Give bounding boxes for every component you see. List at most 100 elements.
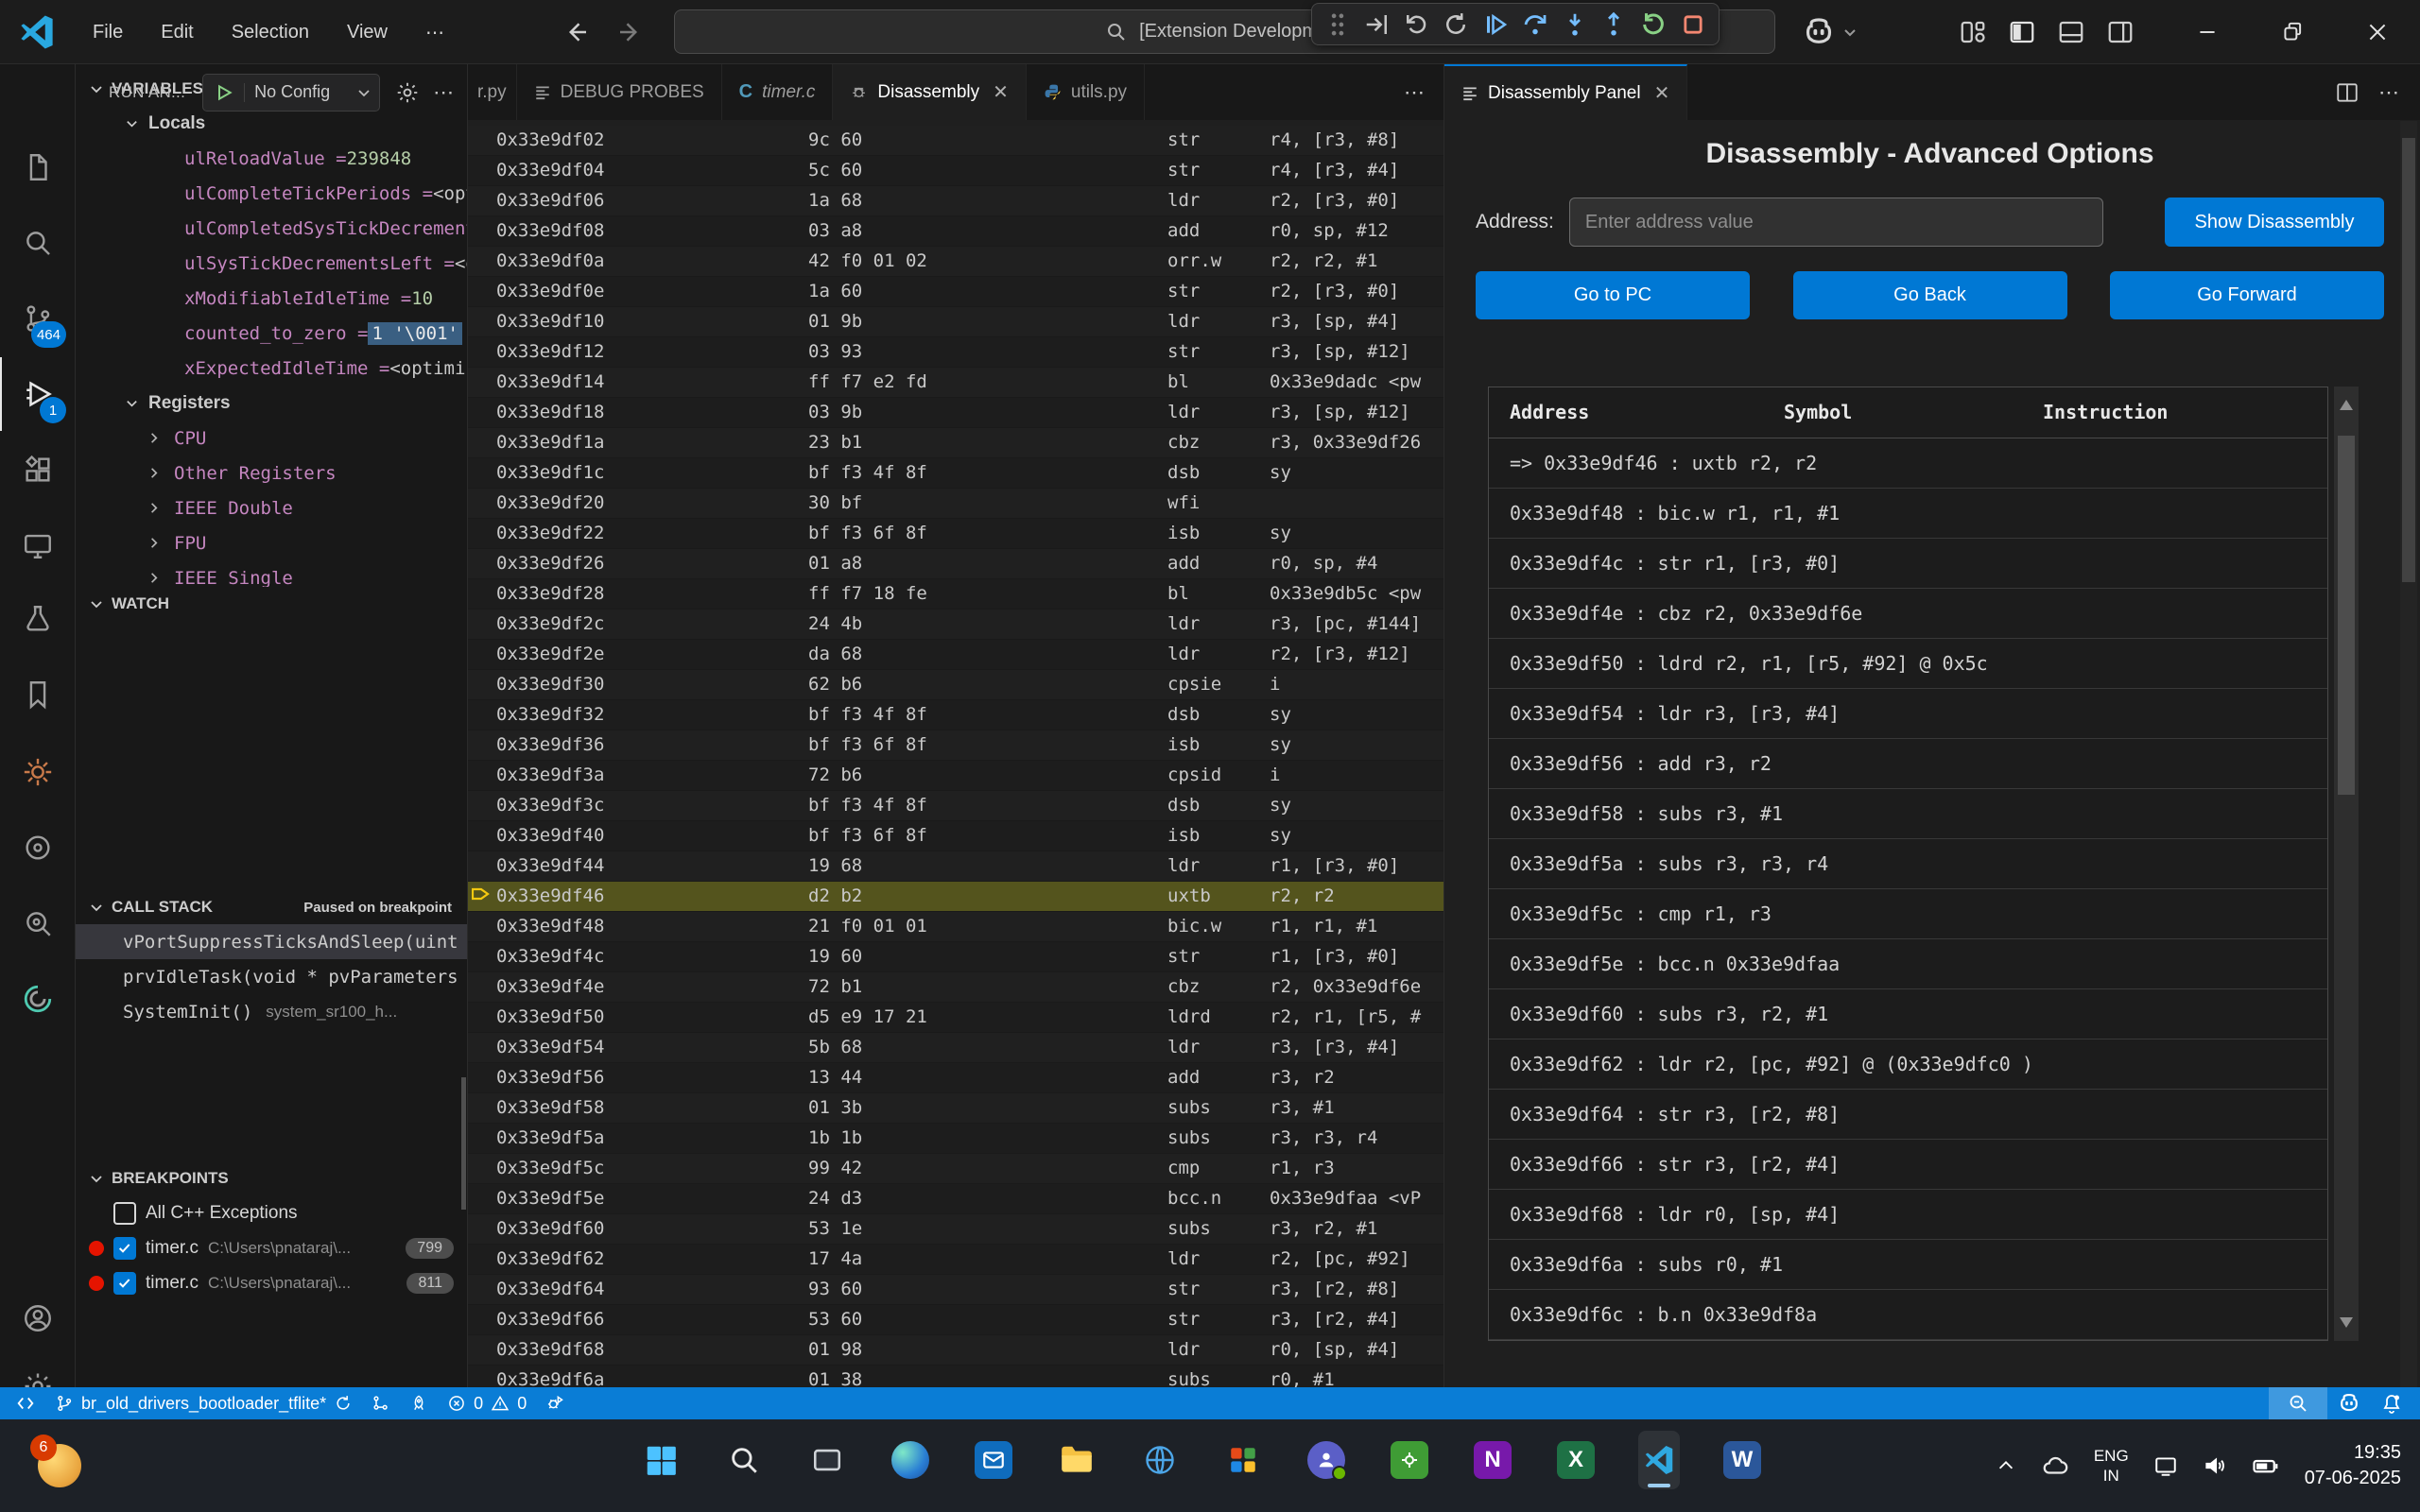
step-over-icon[interactable]	[1517, 7, 1553, 43]
outlook-icon[interactable]	[973, 1431, 1014, 1489]
variable-row[interactable]: xModifiableIdleTime = 10	[76, 281, 467, 316]
start-button[interactable]	[640, 1431, 682, 1489]
disasm-row[interactable]: 0x33e9df4821 f0 01 01bic.wr1, r1, #1	[468, 912, 1443, 942]
bookmarks-icon[interactable]	[0, 658, 76, 731]
registers-group[interactable]: Registers	[76, 386, 467, 421]
disasm-row[interactable]: 0x33e9df4c19 60strr1, [r3, #0]	[468, 942, 1443, 972]
disasm-row[interactable]: 0x33e9df545b 68ldrr3, [r3, #4]	[468, 1033, 1443, 1063]
disasm-row[interactable]: 0x33e9df3cbf f3 4f 8fdsbsy	[468, 791, 1443, 821]
tab-disassembly-panel[interactable]: Disassembly Panel ✕	[1444, 64, 1687, 120]
disasm-row[interactable]: 0x33e9df32bf f3 4f 8fdsbsy	[468, 700, 1443, 730]
extension-view-icon-4[interactable]	[0, 962, 76, 1036]
register-group-row[interactable]: FPU	[76, 525, 467, 560]
volume-icon[interactable]	[2203, 1453, 2227, 1478]
panel-table-row[interactable]: 0x33e9df60 : subs r3, r2, #1	[1489, 989, 2327, 1040]
register-group-row[interactable]: IEEE Double	[76, 490, 467, 525]
menu-edit[interactable]: Edit	[146, 14, 208, 51]
history-back-icon[interactable]	[562, 18, 591, 46]
show-disassembly-button[interactable]: Show Disassembly	[2165, 198, 2384, 247]
extension-view-icon-1[interactable]	[0, 735, 76, 809]
sidebar-scrollbar[interactable]	[461, 1077, 466, 1210]
editor-more-actions-icon[interactable]: ⋯	[2378, 80, 2399, 105]
disasm-row[interactable]: 0x33e9df045c 60strr4, [r3, #4]	[468, 156, 1443, 186]
breakpoints-section-header[interactable]: BREAKPOINTS	[76, 1161, 467, 1195]
taskbar-search-button[interactable]	[723, 1431, 765, 1489]
scroll-up-icon[interactable]	[2340, 400, 2353, 410]
debug-settings-gear-icon[interactable]	[395, 80, 420, 105]
step-into-icon[interactable]	[1557, 7, 1593, 43]
toggle-primary-sidebar-icon[interactable]	[2008, 18, 2036, 46]
panel-table-row[interactable]: 0x33e9df68 : ldr r0, [sp, #4]	[1489, 1190, 2327, 1240]
panel-table-row[interactable]: 0x33e9df58 : subs r3, #1	[1489, 789, 2327, 839]
disasm-row[interactable]: 0x33e9df2601 a8addr0, sp, #4	[468, 549, 1443, 579]
onedrive-cloud-icon[interactable]	[2041, 1452, 2069, 1480]
variable-row[interactable]: ulCompletedSysTickDecrements =	[76, 211, 467, 246]
disasm-row[interactable]: 0x33e9df3062 b6cpsiei	[468, 670, 1443, 700]
tab-disassembly[interactable]: Disassembly ✕	[833, 64, 1026, 120]
run-and-debug-icon[interactable]: 1	[0, 357, 76, 431]
breakpoint-checkbox[interactable]	[113, 1272, 136, 1295]
refresh-icon[interactable]	[1438, 7, 1474, 43]
branch-status-item[interactable]: br_old_drivers_bootloader_tflite*	[45, 1387, 362, 1419]
variable-row[interactable]: counted_to_zero = 1 '\001'	[76, 316, 467, 351]
call-stack-frame[interactable]: SystemInit()system_sr100_h...	[76, 994, 467, 1029]
register-group-row[interactable]: Other Registers	[76, 455, 467, 490]
call-stack-frame[interactable]: prvIdleTask(void * pvParameters	[76, 959, 467, 994]
disasm-row[interactable]: 0x33e9df4419 68ldrr1, [r3, #0]	[468, 851, 1443, 882]
panel-table-row[interactable]: 0x33e9df5c : cmp r1, r3	[1489, 889, 2327, 939]
panel-table-row[interactable]: 0x33e9df66 : str r3, [r2, #4]	[1489, 1140, 2327, 1190]
disasm-row[interactable]: 0x33e9df0e1a 60strr2, [r3, #0]	[468, 277, 1443, 307]
disasm-row[interactable]: 0x33e9df6217 4aldrr2, [pc, #92]	[468, 1245, 1443, 1275]
disasm-row[interactable]: 0x33e9df6493 60strr3, [r2, #8]	[468, 1275, 1443, 1305]
panel-table-row[interactable]: 0x33e9df6c : b.n 0x33e9df8a	[1489, 1290, 2327, 1340]
customize-layout-icon[interactable]	[1959, 18, 1987, 46]
panel-table-row[interactable]: 0x33e9df4c : str r1, [r3, #0]	[1489, 539, 2327, 589]
sidebar-more-actions-icon[interactable]: ⋯	[433, 80, 454, 105]
panel-table-row[interactable]: 0x33e9df50 : ldrd r2, r1, [r5, #92] @ 0x…	[1489, 639, 2327, 689]
disasm-row[interactable]: 0x33e9df3a72 b6cpsidi	[468, 761, 1443, 791]
disasm-row[interactable]: 0x33e9df6653 60strr3, [r2, #4]	[468, 1305, 1443, 1335]
copilot-chevron-icon[interactable]	[1842, 25, 1858, 40]
window-minimize-icon[interactable]	[2165, 0, 2250, 64]
debug-status-icon[interactable]	[536, 1387, 574, 1419]
disasm-row[interactable]: 0x33e9df5c99 42cmpr1, r3	[468, 1154, 1443, 1184]
call-stack-frame[interactable]: vPortSuppressTicksAndSleep(uint	[76, 924, 467, 959]
disasm-row[interactable]: 0x33e9df50d5 e9 17 21ldrdr2, r1, [r5, #	[468, 1003, 1443, 1033]
copilot-icon[interactable]	[1801, 14, 1837, 50]
teams-icon[interactable]	[1305, 1431, 1347, 1489]
tab-close-icon[interactable]: ✕	[993, 80, 1009, 104]
panel-table-row[interactable]: => 0x33e9df46 : uxtb r2, r2	[1489, 438, 2327, 489]
register-group-row[interactable]: CPU	[76, 421, 467, 455]
extension-view-icon-2[interactable]	[0, 811, 76, 885]
toolbar-drag-handle[interactable]	[1320, 7, 1356, 43]
reverse-continue-icon[interactable]	[1399, 7, 1435, 43]
panel-table-row[interactable]: 0x33e9df62 : ldr r2, [pc, #92] @ (0x33e9…	[1489, 1040, 2327, 1090]
clock[interactable]: 19:35 07-06-2025	[2305, 1440, 2401, 1491]
launch-rocket-icon[interactable]	[400, 1387, 438, 1419]
disasm-row[interactable]: 0x33e9df1cbf f3 4f 8fdsbsy	[468, 458, 1443, 489]
zoom-out-status-icon[interactable]	[2269, 1387, 2327, 1419]
disasm-row[interactable]: 0x33e9df029c 60strr4, [r3, #8]	[468, 126, 1443, 156]
menu-view[interactable]: View	[332, 14, 403, 51]
restart-icon[interactable]	[1635, 7, 1671, 43]
disasm-row[interactable]: 0x33e9df40bf f3 6f 8fisbsy	[468, 821, 1443, 851]
disasm-row[interactable]: 0x33e9df1001 9bldrr3, [sp, #4]	[468, 307, 1443, 337]
tab-r-py[interactable]: r.py	[468, 64, 517, 120]
locals-group[interactable]: Locals	[76, 106, 467, 141]
source-control-icon[interactable]: 464	[0, 282, 76, 355]
disasm-row[interactable]: 0x33e9df2030 bfwfi	[468, 489, 1443, 519]
copilot-status-icon[interactable]	[2327, 1387, 2371, 1419]
disasm-row[interactable]: 0x33e9df1203 93strr3, [sp, #12]	[468, 337, 1443, 368]
go-back-button[interactable]: Go Back	[1793, 271, 2067, 319]
disasm-row[interactable]: 0x33e9df6a01 38subsr0, #1	[468, 1366, 1443, 1387]
panel-table-row[interactable]: 0x33e9df5a : subs r3, r3, r4	[1489, 839, 2327, 889]
excel-icon[interactable]: X	[1555, 1431, 1597, 1489]
green-app-icon[interactable]	[1389, 1431, 1430, 1489]
tray-chevron-up-icon[interactable]	[1996, 1455, 2016, 1476]
run-to-cursor-icon[interactable]	[1359, 7, 1395, 43]
variable-row[interactable]: ulCompleteTickPeriods = <opt…	[76, 176, 467, 211]
panel-scrollbar[interactable]	[2400, 121, 2417, 1387]
remote-indicator-icon[interactable]	[0, 1387, 45, 1419]
exception-breakpoint-row[interactable]: All C++ Exceptions	[76, 1195, 467, 1230]
task-view-button[interactable]	[806, 1431, 848, 1489]
